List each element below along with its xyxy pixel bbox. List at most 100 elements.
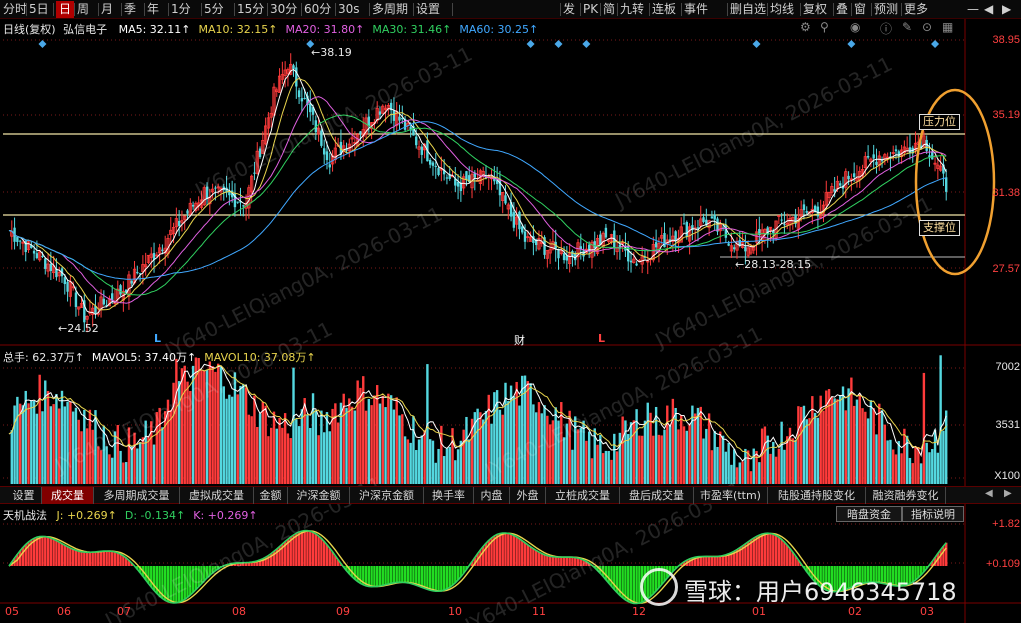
indicator-tab[interactable]: 陆股通持股变化: [768, 487, 866, 504]
volume-bar: [774, 456, 778, 484]
indicator-value: D: -0.134↑: [124, 509, 186, 522]
volume-bar: [827, 389, 831, 484]
volume-bar: [833, 398, 836, 484]
volume-bar: [295, 419, 298, 484]
volume-bar: [183, 365, 186, 484]
candle-body: [521, 226, 524, 233]
volume-bar: [239, 385, 242, 484]
candle-body: [710, 216, 714, 219]
indicator-tab[interactable]: 内盘: [474, 487, 510, 504]
volume-bar: [741, 461, 744, 484]
indicator-tab[interactable]: 盘后成交量: [620, 487, 694, 504]
volume-bar: [666, 405, 669, 484]
indicator-help-button[interactable]: 指标说明: [902, 506, 964, 522]
candle-body: [674, 231, 677, 242]
scroll-left-icon[interactable]: ◀: [985, 488, 993, 499]
volume-bar: [866, 418, 870, 484]
indicator-tab[interactable]: 换手率: [424, 487, 474, 504]
volume-bar: [398, 415, 401, 484]
volume-bar: [621, 416, 624, 484]
volume-bar: [632, 420, 636, 484]
candle-body: [805, 210, 808, 213]
candle-body: [74, 292, 78, 307]
kline-chart: [8, 40, 948, 333]
volume-bar: [911, 463, 914, 484]
volume-bar: [278, 417, 281, 484]
candle-body: [945, 177, 948, 192]
volume-bar: [615, 451, 619, 484]
indicator-tab[interactable]: 虚拟成交量: [180, 487, 254, 504]
volume-bar: [928, 452, 931, 484]
scroll-right-icon[interactable]: ▶: [1004, 488, 1012, 499]
oscillator-bar: [412, 566, 415, 585]
volume-bar: [727, 442, 730, 484]
oscillator-bar: [434, 566, 437, 592]
volume-bar: [322, 432, 326, 484]
volume-bar: [55, 394, 58, 484]
volume-bar: [378, 403, 382, 484]
volume-bar: [618, 432, 622, 484]
range-marker: ←28.13-28.15: [735, 258, 812, 271]
volume-bar: [325, 412, 329, 484]
oscillator-bar: [939, 549, 942, 566]
volume-bar: [228, 394, 231, 484]
oscillator-bar: [309, 531, 312, 566]
candle-body: [102, 298, 106, 305]
volume-bar: [258, 413, 262, 484]
oscillator-bar: [420, 566, 424, 588]
volume-bar: [375, 385, 379, 484]
indicator-tab[interactable]: 外盘: [510, 487, 546, 504]
volume-bar: [428, 439, 432, 484]
indicator-tab[interactable]: 多周期成交量: [94, 487, 180, 504]
volume-bar: [412, 415, 415, 484]
candle-body: [49, 263, 53, 271]
volume-bar: [267, 436, 270, 484]
volume-bar: [417, 439, 421, 484]
volume-bar: [886, 440, 889, 484]
indicator-tab[interactable]: 融资融券变化: [866, 487, 946, 504]
indicator-tab[interactable]: 成交量: [42, 487, 94, 504]
indicator-tab[interactable]: 沪深京金额: [350, 487, 424, 504]
volume-bar: [746, 450, 750, 484]
volume-bar: [716, 446, 719, 484]
volume-bar: [880, 410, 884, 484]
indicator-y-label: +1.82: [992, 518, 1020, 530]
volume-bar: [936, 452, 940, 484]
oscillator-bar: [370, 566, 373, 587]
indicator-tab[interactable]: 市盈率(ttm): [694, 487, 768, 504]
dark-pool-button[interactable]: 暗盘资金: [836, 506, 902, 522]
indicator-tab[interactable]: 立桩成交量: [546, 487, 620, 504]
volume-bar: [702, 438, 705, 484]
volume-bar: [49, 406, 53, 484]
oscillator-bar: [537, 552, 541, 566]
volume-bar: [448, 447, 451, 484]
candle-body: [629, 260, 633, 263]
oscillator-bar: [551, 556, 555, 566]
volume-bar: [724, 451, 728, 484]
volume-bar: [844, 410, 847, 484]
volume-bar: [13, 405, 16, 484]
indicator-tab[interactable]: 沪深金额: [288, 487, 350, 504]
volume-bar: [585, 440, 588, 484]
volume-bar: [858, 393, 861, 484]
indicator-tab[interactable]: 设置: [6, 487, 42, 504]
oscillator-bar: [74, 550, 78, 566]
oscillator-bar: [38, 536, 41, 566]
oscillator-bar: [423, 566, 426, 589]
oscillator-bar: [440, 566, 443, 591]
volume-bar: [52, 404, 55, 484]
oscillator-bar: [325, 544, 329, 566]
signal-marker: L: [154, 332, 162, 345]
volume-bar: [822, 410, 825, 484]
volume-bar: [437, 448, 440, 484]
candle-body: [236, 201, 239, 203]
candle-body: [780, 219, 783, 221]
indicator-tab[interactable]: 金额: [254, 487, 288, 504]
candle-body: [897, 151, 900, 157]
oscillator-bar: [49, 538, 53, 566]
volume-y-label: 3531: [995, 419, 1020, 431]
kline-y-label: 31.38: [992, 187, 1020, 199]
candle-body: [852, 173, 856, 178]
volume-bar: [459, 440, 463, 484]
oscillator-bar: [94, 551, 97, 566]
